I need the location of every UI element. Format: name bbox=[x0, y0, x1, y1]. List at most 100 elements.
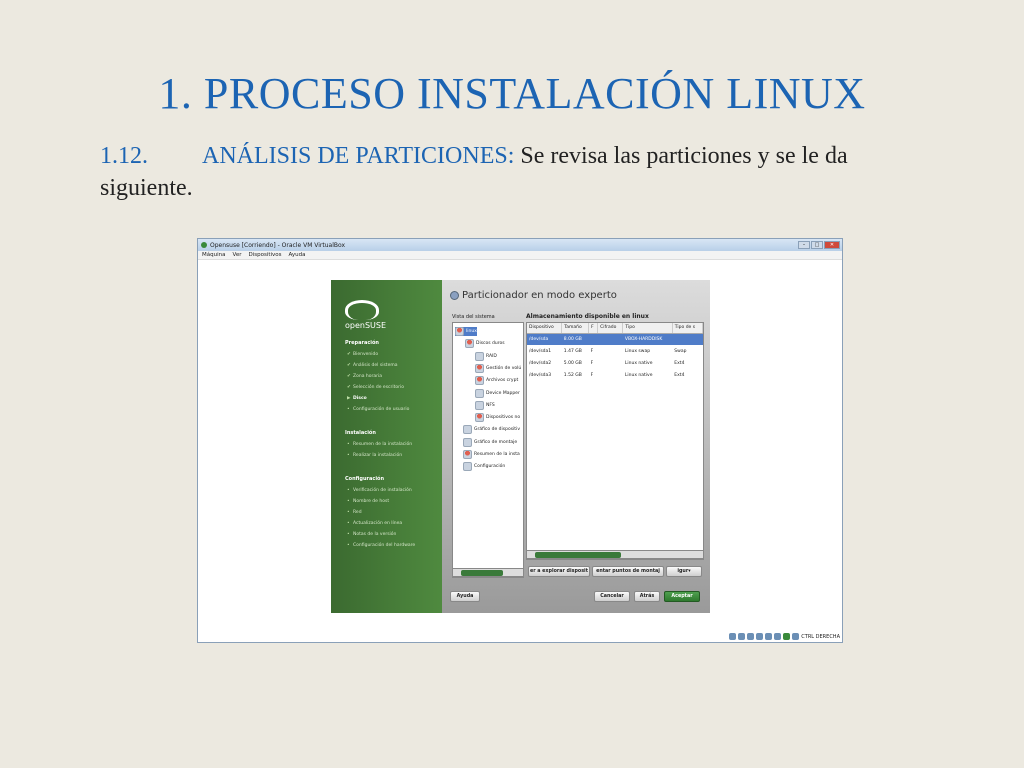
maximize-button[interactable]: □ bbox=[811, 241, 823, 249]
sidebar-step: • Verificación de instalación bbox=[347, 488, 412, 493]
sidebar-step-label: Verificación de instalación bbox=[353, 488, 412, 493]
tree-item[interactable]: Gráfico de montaje bbox=[463, 437, 518, 447]
shared-folder-icon[interactable] bbox=[765, 633, 773, 640]
sidebar-step: • Configuración de usuario bbox=[347, 407, 409, 412]
table-cell bbox=[588, 333, 598, 345]
table-cell: Linux swap bbox=[624, 348, 651, 354]
column-header[interactable]: Tipo de s bbox=[672, 323, 704, 334]
tree-item-label: Gestión de volú bbox=[486, 365, 522, 371]
hard-disk-icon[interactable] bbox=[729, 633, 737, 640]
table-horizontal-scrollbar[interactable] bbox=[526, 550, 704, 559]
table-cell bbox=[672, 333, 703, 345]
tree-item[interactable]: Gráfico de dispositiv bbox=[463, 425, 520, 435]
device-icon bbox=[475, 363, 484, 373]
tree-item[interactable]: NFS bbox=[475, 400, 495, 410]
cancel-button[interactable]: Cancelar bbox=[594, 591, 630, 602]
tree-item[interactable]: Device Mapper bbox=[475, 388, 520, 398]
system-view-tree[interactable]: linux Discos duros RAID Gestión de volú Arch… bbox=[452, 322, 524, 578]
device-icon bbox=[463, 462, 472, 472]
network-icon[interactable] bbox=[756, 633, 764, 640]
mouse-integration-icon[interactable] bbox=[783, 633, 791, 640]
menu-ver[interactable]: Ver bbox=[232, 252, 241, 258]
tree-item-label: Gráfico de dispositiv bbox=[474, 427, 520, 433]
sidebar-step-label: Bienvenido bbox=[353, 352, 379, 357]
sidebar-step-label: Red bbox=[353, 510, 362, 515]
installer-main: Particionador en modo experto Vista del … bbox=[442, 280, 710, 613]
menu-maquina[interactable]: Máquina bbox=[202, 252, 225, 258]
sidebar-step-label: Nombre de host bbox=[353, 499, 390, 504]
window-titlebar: Opensuse [Corriendo] - Oracle VM Virtual… bbox=[198, 239, 842, 251]
sidebar-step: • Nombre de host bbox=[347, 499, 389, 504]
tree-item[interactable]: Resumen de la insta bbox=[463, 450, 520, 459]
close-button[interactable]: ✕ bbox=[824, 241, 840, 249]
menu-dispositivos[interactable]: Dispositivos bbox=[248, 252, 281, 258]
optical-drive-icon[interactable] bbox=[738, 633, 746, 640]
host-key-text: CTRL DERECHA bbox=[801, 633, 840, 640]
tree-item-label: Device Mapper bbox=[486, 390, 520, 396]
usb-icon[interactable] bbox=[747, 633, 755, 640]
table-cell: Swap bbox=[674, 348, 687, 354]
sidebar-step: ▶ Disco bbox=[347, 396, 367, 401]
tree-item[interactable]: Dispositivos no bbox=[475, 413, 520, 423]
minimize-button[interactable]: – bbox=[798, 241, 810, 249]
tree-item[interactable]: RAID bbox=[475, 351, 497, 361]
table-row[interactable]: /dev/sda1 1.47 GB F Linux swap Swap bbox=[527, 345, 703, 357]
sidebar-step: • Red bbox=[347, 510, 362, 515]
window-menubar: Máquina Ver Dispositivos Ayuda bbox=[198, 251, 842, 260]
partitioner-icon bbox=[450, 291, 459, 300]
table-cell: Ext4 bbox=[674, 360, 685, 366]
table-cell: F bbox=[590, 372, 594, 378]
device-icon bbox=[455, 327, 464, 336]
back-button[interactable]: Atrás bbox=[634, 591, 660, 602]
sidebar-step-label: Notas de la versión bbox=[353, 532, 397, 537]
column-header[interactable]: Dispositivo bbox=[527, 323, 563, 334]
accept-button[interactable]: Aceptar bbox=[664, 591, 700, 602]
device-icon bbox=[463, 425, 472, 435]
menu-ayuda[interactable]: Ayuda bbox=[289, 252, 306, 258]
storage-label: Almacenamiento disponible en linux bbox=[526, 313, 649, 320]
tree-item[interactable]: Archivos crypt bbox=[475, 376, 518, 386]
sidebar-step: • Notas de la versión bbox=[347, 532, 396, 537]
configure-label: igur bbox=[677, 569, 689, 574]
table-cell: Ext4 bbox=[674, 372, 685, 378]
system-view-label: Vista del sistema bbox=[452, 314, 495, 320]
device-icon bbox=[475, 400, 484, 410]
scrollbar-thumb[interactable] bbox=[535, 552, 621, 558]
display-icon[interactable] bbox=[774, 633, 782, 640]
column-header[interactable]: Tamaño bbox=[561, 323, 590, 334]
tree-item[interactable]: Discos duros bbox=[465, 339, 505, 349]
table-row[interactable]: /dev/sda 8.00 GB VBOX-HARDDISK bbox=[527, 333, 703, 345]
table-cell: 1.47 GB bbox=[563, 348, 582, 354]
partition-table: Dispositivo Tamaño F Cifrado Tipo Tipo de s /… bbox=[526, 322, 704, 560]
tree-item-label: Gráfico de montaje bbox=[474, 439, 518, 445]
help-button[interactable]: Ayuda bbox=[450, 591, 480, 602]
configure-menu-button[interactable]: igur ▾ bbox=[666, 566, 702, 577]
device-icon bbox=[463, 450, 472, 459]
table-row[interactable]: /dev/sda3 1.52 GB F Linux native Ext4 bbox=[527, 369, 703, 381]
installer-sidebar: openSUSE Preparación ✔ Bienvenido ✔ Análisis… bbox=[331, 280, 442, 613]
tree-item[interactable]: Gestión de volú bbox=[475, 363, 522, 373]
column-header[interactable]: Tipo bbox=[622, 323, 673, 334]
host-key-icon bbox=[792, 633, 800, 640]
tree-item-label: Resumen de la insta bbox=[474, 452, 520, 457]
sidebar-step-label: Análisis del sistema bbox=[353, 363, 398, 368]
explore-devices-button[interactable]: er a explorar disposit bbox=[528, 566, 590, 577]
scrollbar-thumb[interactable] bbox=[461, 570, 503, 576]
column-header[interactable]: F bbox=[588, 323, 599, 334]
table-cell bbox=[598, 345, 623, 357]
sidebar-step: • Actualización en línea bbox=[347, 521, 402, 526]
table-cell bbox=[598, 357, 623, 369]
device-icon bbox=[475, 351, 484, 361]
tree-item-label: RAID bbox=[486, 353, 497, 359]
sidebar-step: ✔ Bienvenido bbox=[347, 352, 378, 357]
subtitle-number: 1.12. bbox=[100, 143, 148, 169]
table-cell: Linux native bbox=[624, 360, 653, 366]
table-row[interactable]: /dev/sda2 5.00 GB F Linux native Ext4 bbox=[527, 357, 703, 369]
sidebar-step: ✔ Zona horaria bbox=[347, 374, 382, 379]
mount-points-button[interactable]: entar puntos de montaj bbox=[592, 566, 664, 577]
tree-item[interactable]: linux bbox=[455, 327, 477, 336]
tree-item[interactable]: Configuración bbox=[463, 462, 505, 472]
tree-horizontal-scrollbar[interactable] bbox=[452, 568, 524, 577]
column-header[interactable]: Cifrado bbox=[597, 323, 624, 334]
device-icon bbox=[465, 339, 474, 349]
